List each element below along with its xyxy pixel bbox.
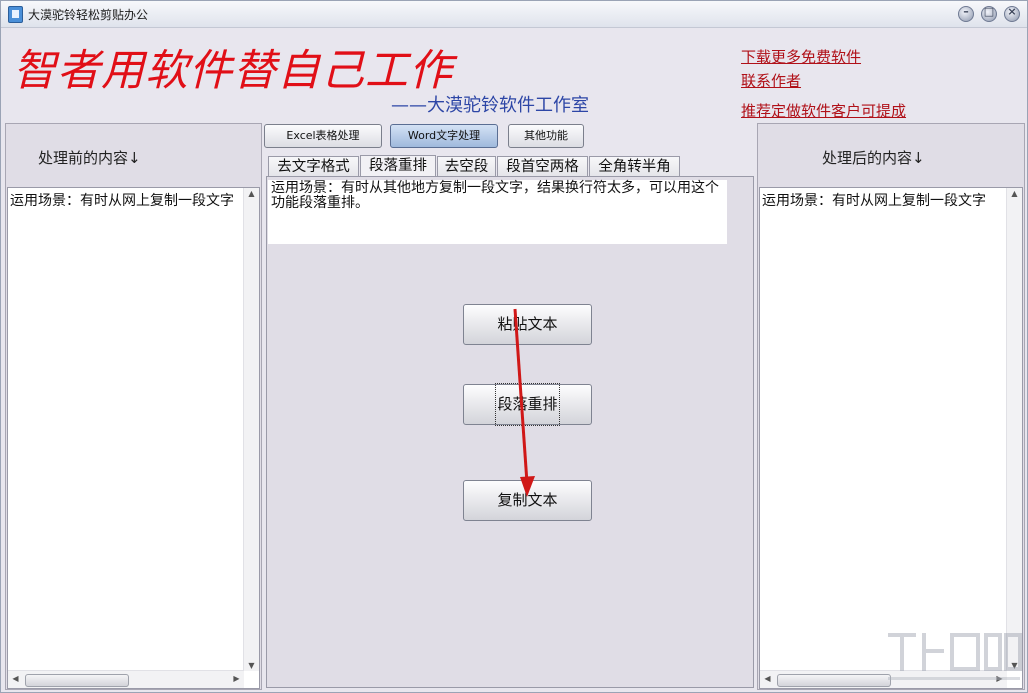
arrow-left-icon[interactable]: ◀ <box>760 674 775 683</box>
after-text: 运用场景：有时从网上复制一段文字 <box>762 193 986 209</box>
arrow-right-icon[interactable]: ▶ <box>229 674 244 683</box>
left-panel: 处理前的内容↓ 运用场景：有时从网上复制一段文字 ▲ ▼ ◀ ▶ <box>5 123 262 690</box>
arrow-head-icon <box>520 476 535 497</box>
tab-indent[interactable]: 段首空两格 <box>497 156 588 178</box>
minimize-button[interactable]: – <box>958 5 974 22</box>
before-vscrollbar[interactable]: ▲ ▼ <box>243 188 259 671</box>
before-text: 运用场景：有时从网上复制一段文字 <box>10 193 234 209</box>
arrow-left-icon[interactable]: ◀ <box>8 674 23 683</box>
title-bar: 大漠驼铃轻松剪贴办公 – □ × <box>1 1 1027 28</box>
arrow-up-icon[interactable]: ▲ <box>1007 189 1022 198</box>
maximize-button[interactable]: □ <box>981 5 997 22</box>
arrow-up-icon[interactable]: ▲ <box>244 189 259 198</box>
after-vscrollbar[interactable]: ▲ ▼ <box>1006 188 1022 671</box>
watermark-logo <box>888 633 1022 680</box>
header: 智者用软件替自己工作 ——大漠驼铃软件工作室 下载更多免费软件 联系作者 推荐定… <box>1 28 1027 123</box>
right-panel: 处理后的内容↓ 运用场景：有时从网上复制一段文字 ▲ ▼ ◀ ▶ <box>757 123 1025 690</box>
download-link[interactable]: 下载更多免费软件 <box>741 46 861 67</box>
main-window: 大漠驼铃轻松剪贴办公 – □ × 智者用软件替自己工作 ——大漠驼铃软件工作室 … <box>0 0 1028 693</box>
arrow-down-icon[interactable]: ▼ <box>244 661 259 670</box>
tab-remove-empty[interactable]: 去空段 <box>437 156 496 178</box>
before-title: 处理前的内容↓ <box>38 149 141 167</box>
before-hscroll-thumb[interactable] <box>25 674 129 687</box>
before-textbox[interactable]: 运用场景：有时从网上复制一段文字 ▲ ▼ ◀ ▶ <box>7 187 260 689</box>
other-mode-button[interactable]: 其他功能 <box>508 124 584 148</box>
window-title: 大漠驼铃轻松剪贴办公 <box>28 8 149 22</box>
slogan: 智者用软件替自己工作 <box>13 46 453 96</box>
minimize-icon: – <box>963 5 969 18</box>
maximize-icon: □ <box>983 5 995 18</box>
tab-remove-format[interactable]: 去文字格式 <box>268 156 359 178</box>
contact-link[interactable]: 联系作者 <box>741 70 801 91</box>
word-mode-button[interactable]: Word文字处理 <box>390 124 498 148</box>
recommend-link[interactable]: 推荐定做软件客户可提成 <box>741 100 906 121</box>
excel-mode-button[interactable]: Excel表格处理 <box>264 124 382 148</box>
tab-fullwidth[interactable]: 全角转半角 <box>589 156 680 178</box>
close-icon: × <box>1007 5 1017 18</box>
arrow-shaft <box>513 308 529 484</box>
annotation-arrow <box>513 308 535 497</box>
before-hscrollbar[interactable]: ◀ ▶ <box>8 670 244 688</box>
after-title: 处理后的内容↓ <box>822 149 925 167</box>
close-button[interactable]: × <box>1004 5 1020 22</box>
tab-reflow[interactable]: 段落重排 <box>360 155 436 178</box>
app-document-icon <box>8 6 23 23</box>
description-text: 运用场景：有时从其他地方复制一段文字，结果换行符太多，可以用这个功能段落重排。 <box>268 180 727 244</box>
studio-name: ——大漠驼铃软件工作室 <box>391 95 589 116</box>
after-textbox[interactable]: 运用场景：有时从网上复制一段文字 ▲ ▼ ◀ ▶ <box>759 187 1023 689</box>
after-hscroll-thumb[interactable] <box>777 674 891 687</box>
